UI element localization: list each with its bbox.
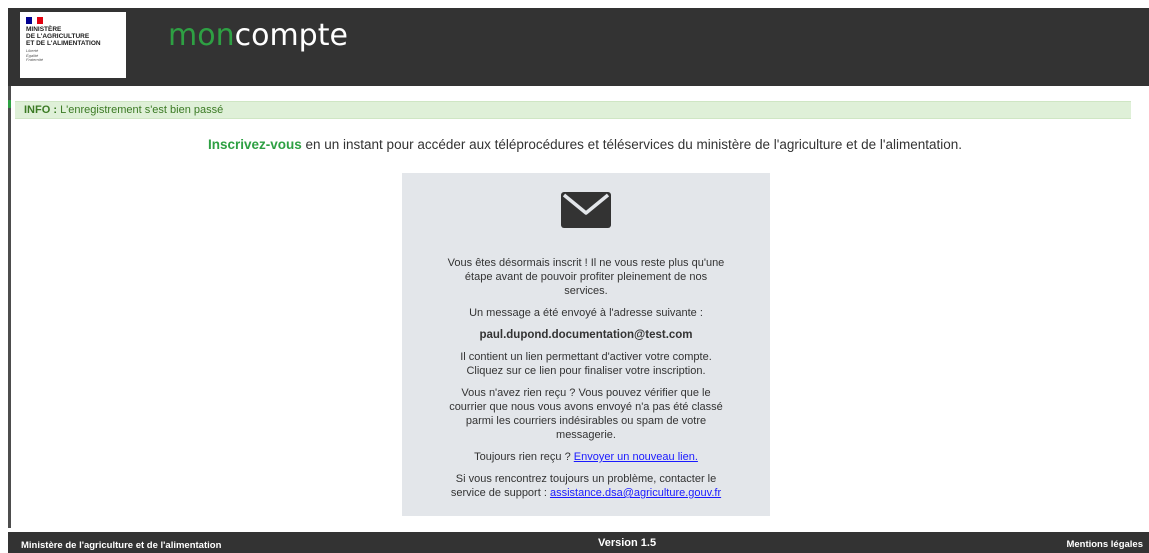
intro-text: Inscrivez-vous en un instant pour accéde…	[0, 137, 1149, 152]
legal-notice-link[interactable]: Mentions légales	[1066, 539, 1143, 550]
resend-link[interactable]: Envoyer un nouveau lien.	[574, 451, 698, 463]
brand-prefix: mon	[168, 18, 235, 53]
logo-motto: Liberté Égalité Fraternité	[26, 48, 120, 63]
logo-line-1: MINISTÈRE	[26, 26, 62, 33]
info-label: INFO :	[24, 104, 57, 116]
left-accent	[8, 100, 11, 108]
envelope-icon	[561, 192, 611, 228]
sent-message: Un message a été envoyé à l'adresse suiv…	[469, 307, 703, 319]
info-message: L'enregistrement s'est bien passé	[60, 104, 224, 116]
confirmation-card: Vous êtes désormais inscrit ! Il ne vous…	[402, 173, 770, 516]
card-body: Vous êtes désormais inscrit ! Il ne vous…	[402, 256, 770, 508]
footer-version: Version 1.5	[598, 537, 657, 549]
intro-rest: en un instant pour accéder aux téléprocé…	[301, 137, 963, 152]
resend-paragraph: Toujours rien reçu ? Envoyer un nouveau …	[402, 450, 770, 464]
french-flag-icon	[26, 17, 44, 24]
brand-suffix: compte	[234, 18, 348, 53]
resend-text: Toujours rien reçu ?	[474, 451, 574, 463]
support-email-link[interactable]: assistance.dsa@agriculture.gouv.fr	[550, 487, 721, 499]
left-border	[8, 86, 11, 528]
activation-message: Il contient un lien permettant d'activer…	[460, 351, 712, 377]
logo-line-2: DE L'AGRICULTURE	[26, 33, 90, 40]
registration-message: Vous êtes désormais inscrit ! Il ne vous…	[447, 257, 725, 297]
logo-line-3: ET DE L'ALIMENTATION	[26, 40, 101, 47]
footer-ministry: Ministère de l'agriculture et de l'alime…	[21, 540, 222, 551]
brand-title[interactable]: moncompte	[168, 16, 348, 56]
spam-message: Vous n'avez rien reçu ? Vous pouvez véri…	[449, 387, 723, 441]
footer: Ministère de l'agriculture et de l'alime…	[8, 532, 1149, 553]
header: MINISTÈRE DE L'AGRICULTURE ET DE L'ALIME…	[8, 8, 1149, 86]
email-address: paul.dupond.documentation@test.com	[479, 329, 693, 341]
intro-highlight: Inscrivez-vous	[207, 137, 302, 152]
support-paragraph: Si vous rencontrez toujours un problème,…	[402, 472, 770, 500]
logo-motto-3: Fraternité	[26, 57, 44, 62]
info-banner: INFO : L'enregistrement s'est bien passé	[15, 101, 1131, 119]
ministry-logo[interactable]: MINISTÈRE DE L'AGRICULTURE ET DE L'ALIME…	[20, 12, 126, 78]
